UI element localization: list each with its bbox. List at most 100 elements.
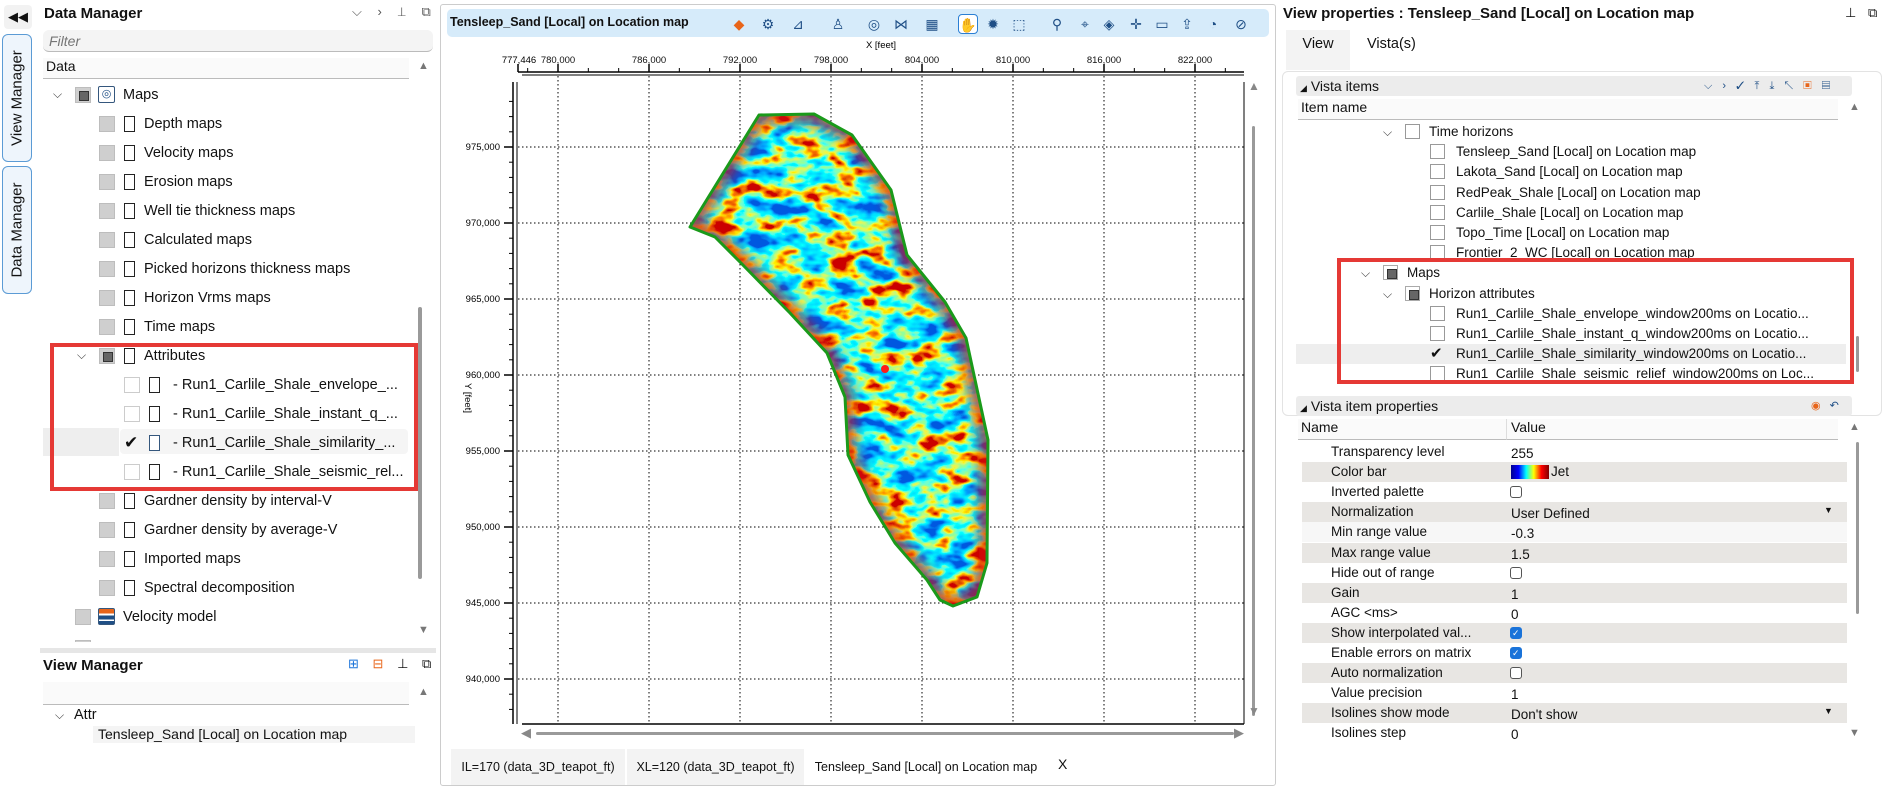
map-vscroll-up[interactable]: ▲ [1248, 79, 1260, 93]
well-icon[interactable]: ♙ [828, 14, 848, 34]
move-top-icon[interactable]: ⤒ [1755, 80, 1760, 92]
tree-item[interactable]: Velocity model [40, 606, 416, 630]
tree-item[interactable]: Time maps [40, 316, 416, 340]
property-row[interactable]: Auto normalization [1302, 663, 1847, 684]
tree-item[interactable]: Spectral decomposition [40, 577, 416, 601]
visibility-checkbox[interactable] [75, 87, 91, 103]
tree-item[interactable]: Picked horizons thickness maps [40, 258, 416, 282]
scroll-up-icon[interactable]: ▲ [418, 60, 429, 72]
property-row[interactable]: Max range value 1.5 [1302, 542, 1847, 565]
move-bottom-icon[interactable]: ⤓ [1769, 80, 1774, 92]
map-vertical-scrollbar[interactable] [1252, 126, 1255, 716]
fill-icon[interactable]: ◆ [729, 14, 749, 34]
tree-item[interactable]: Erosion maps [40, 171, 416, 195]
property-value[interactable]: -0.3 [1511, 524, 1534, 544]
map-horizontal-scrollbar[interactable] [536, 732, 1234, 735]
measure-icon[interactable]: ◔ [1203, 14, 1223, 34]
data-manager-side-tab[interactable]: Data Manager [2, 166, 32, 294]
visibility-checkbox[interactable] [99, 232, 115, 248]
property-row[interactable]: Min range value -0.3 [1302, 522, 1847, 544]
property-checkbox[interactable] [1510, 667, 1522, 680]
select-region-icon[interactable]: ⬚ [1009, 14, 1029, 34]
property-row[interactable]: Hide out of range [1302, 563, 1847, 583]
property-checkbox[interactable] [1510, 566, 1522, 579]
vista-items-bar[interactable]: ◢ Vista items ⌵ › ✓ ⤒ ⤓ ↖ ▣ ▤ [1296, 76, 1852, 96]
visibility-checkbox[interactable] [99, 319, 115, 335]
tree-item[interactable]: Depth maps [40, 113, 416, 137]
property-checkbox[interactable] [1510, 486, 1522, 499]
layers-icon[interactable]: ◈ [1099, 14, 1119, 34]
property-value[interactable]: 1 [1511, 685, 1519, 705]
chevron-right-icon[interactable]: › [1722, 80, 1726, 92]
pan-hand-icon[interactable]: ✋ [958, 14, 978, 34]
collapse-panels-button[interactable]: ◀◀ [4, 5, 32, 29]
visibility-checkbox[interactable] [75, 640, 91, 642]
property-row[interactable]: Normalization User Defined ▼ [1302, 502, 1847, 524]
property-value[interactable]: 0 [1511, 605, 1519, 625]
export-icon[interactable]: ▤ [1822, 80, 1830, 92]
visibility-checkbox[interactable] [99, 493, 115, 509]
visibility-checkbox[interactable] [99, 174, 115, 190]
visibility-checkbox[interactable] [99, 145, 115, 161]
map-settings-icon[interactable]: ⚙ [758, 14, 778, 34]
visibility-checkbox[interactable] [1405, 124, 1420, 139]
visibility-checkbox[interactable] [1430, 225, 1445, 240]
property-row[interactable]: Isolines step 0 [1302, 723, 1847, 743]
property-row[interactable]: Transparency level 255 [1302, 442, 1847, 462]
export-image-icon[interactable]: ⇪ [1177, 14, 1197, 34]
restore-icon[interactable]: ⧉ [422, 656, 431, 671]
zoom-icon[interactable]: ⚲ [1047, 14, 1067, 34]
layer-options-icon[interactable]: ▦ [922, 14, 942, 34]
target-icon[interactable]: ◉ [1811, 400, 1821, 412]
dropdown-arrow-icon[interactable]: ▼ [1824, 701, 1833, 721]
vista-item[interactable]: Topo_Time [Local] on Location map [1296, 223, 1846, 243]
scroll-up-icon[interactable]: ▲ [418, 686, 429, 698]
tree-item[interactable]: Gardner density by interval-V [40, 490, 416, 514]
scroll-up-icon[interactable]: ▲ [1849, 101, 1860, 113]
visibility-checkbox[interactable] [75, 609, 91, 625]
vista-item[interactable]: Lakota_Sand [Local] on Location map [1296, 162, 1846, 182]
tab-crossline-120[interactable]: XL=120 (data_3D_teapot_ft) [627, 749, 804, 785]
comment-icon[interactable]: ▭ [1152, 14, 1172, 34]
map-canvas[interactable]: 780,000 786,000 792,000 798,000 804,000 810,0… [440, 38, 1276, 748]
undo-icon[interactable]: ↶ [1830, 400, 1839, 412]
vista-item[interactable]: Tensleep_Sand [Local] on Location map [1296, 142, 1846, 162]
property-row[interactable]: Inverted palette [1302, 482, 1847, 502]
pin-icon[interactable]: ⊥ [397, 656, 408, 671]
tab-location-map[interactable]: Tensleep_Sand [Local] on Location map [806, 749, 1046, 785]
tab-view[interactable]: View [1286, 30, 1350, 70]
vista-item[interactable]: ⌵ Time horizons [1296, 122, 1846, 142]
close-tab-button[interactable]: X [1058, 756, 1067, 772]
properties-scrollbar[interactable] [1856, 442, 1859, 614]
chevron-down-icon[interactable]: ⌵ [1704, 80, 1712, 92]
property-value[interactable]: Jet [1551, 462, 1569, 482]
visibility-checkbox[interactable] [99, 261, 115, 277]
tree-item[interactable]: Well tie thickness maps [40, 200, 416, 224]
property-checkbox[interactable] [1510, 643, 1522, 663]
visibility-checkbox[interactable] [99, 290, 115, 306]
property-value[interactable]: 255 [1511, 444, 1534, 464]
chevron-down-icon[interactable]: ⌵ [1383, 122, 1392, 142]
vista-item-properties-bar[interactable]: ◢ Vista item properties ◉ ↶ [1296, 396, 1852, 416]
scroll-down-icon[interactable]: ▼ [1849, 727, 1860, 739]
property-row[interactable]: Gain 1 [1302, 582, 1847, 603]
check-icon[interactable]: ✓ [1736, 80, 1744, 92]
tree-item[interactable]: Calculated maps [40, 229, 416, 253]
property-checkbox[interactable] [1510, 623, 1522, 643]
remove-view-icon[interactable]: ⊟ [373, 656, 384, 671]
scroll-down-icon[interactable]: ▼ [418, 624, 429, 636]
visibility-checkbox[interactable] [1430, 164, 1445, 180]
tree-item[interactable]: Velocity maps [40, 142, 416, 166]
property-dropdown[interactable]: User Defined [1511, 504, 1590, 524]
vista-item[interactable]: Carlile_Shale [Local] on Location map [1296, 203, 1846, 223]
chevron-down-icon[interactable]: ⌵ [53, 87, 62, 102]
tab-vistas[interactable]: Vista(s) [1367, 30, 1416, 58]
tree-item[interactable]: Gardner density by average-V [40, 519, 416, 543]
map-vscroll-down[interactable]: ▼ [1248, 704, 1260, 718]
map-hscroll-right[interactable]: ▶ [1234, 725, 1244, 741]
mouse-icon[interactable]: ⌖ [1075, 14, 1095, 34]
restore-icon[interactable]: ⧉ [1868, 5, 1877, 20]
property-value[interactable]: 1.5 [1511, 545, 1530, 565]
data-tree-scrollbar[interactable] [418, 307, 422, 579]
chevron-down-icon[interactable]: ⌵ [55, 708, 64, 723]
